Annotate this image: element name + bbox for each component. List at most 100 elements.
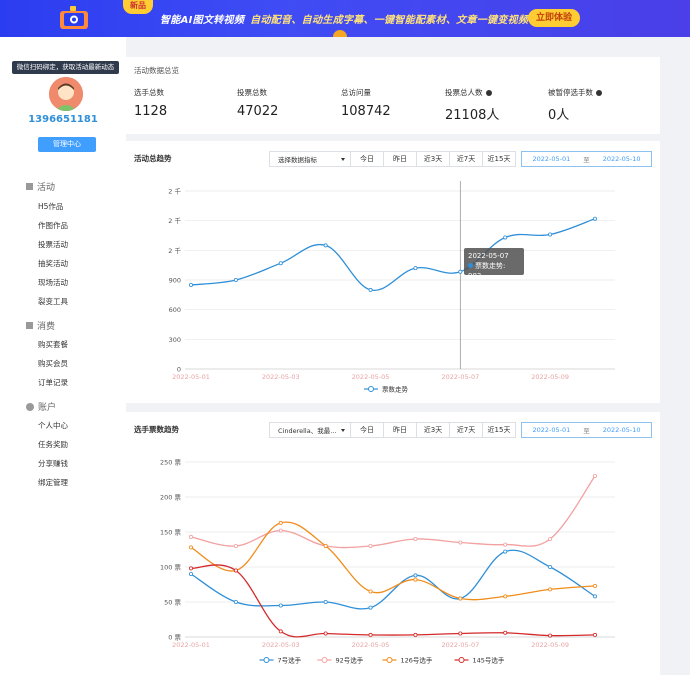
stat-value: 108742	[341, 104, 391, 119]
nav-item-lottery-activity[interactable]: 抽奖活动	[38, 258, 68, 269]
series-line	[190, 549, 596, 610]
chart-tooltip: 2022-05-07 票数走势: 983	[464, 248, 524, 280]
data-point	[592, 594, 597, 599]
management-center-button[interactable]: 管理中心	[38, 137, 96, 152]
stat-label-text: 被暂停选手数	[548, 88, 593, 97]
stat-voters: 投票总人数 21108人	[445, 87, 499, 123]
banner-decoration	[333, 30, 347, 37]
y-tick-label: 2 千	[168, 246, 181, 255]
data-point	[503, 542, 508, 547]
nav-item-live-activity[interactable]: 现场活动	[38, 277, 68, 288]
stat-votes: 投票总数 47022	[237, 87, 278, 119]
data-point	[503, 594, 508, 599]
tooltip-date: 2022-05-07	[468, 252, 509, 260]
data-point	[278, 520, 283, 525]
legend-label: 126号选手	[401, 655, 433, 664]
nav-item-personal-center[interactable]: 个人中心	[38, 420, 68, 431]
y-tick-label: 900	[169, 277, 181, 285]
y-tick-label: 600	[169, 306, 181, 314]
y-tick-label: 200 票	[160, 494, 181, 502]
data-point	[368, 287, 373, 292]
nav-section-account: 账户	[26, 400, 56, 413]
nav-item-fission-tools[interactable]: 裂变工具	[38, 296, 68, 307]
data-point	[233, 568, 238, 573]
legend-marker	[386, 657, 393, 663]
x-tick-label: 2022-05-05	[352, 641, 390, 649]
promo-banner[interactable]: 新品 智能AI图文转视频 自动配音、自动生成字幕、一键智能配素材、文章一键变视频 …	[0, 0, 690, 37]
legend-label: 7号选手	[278, 655, 302, 664]
data-point	[278, 629, 283, 634]
consume-icon	[26, 322, 33, 329]
data-point	[548, 587, 553, 592]
data-point	[233, 277, 238, 282]
banner-headline: 智能AI图文转视频 自动配音、自动生成字幕、一键智能配素材、文章一键变视频	[160, 11, 528, 26]
data-point	[323, 543, 328, 548]
nav-item-design-works[interactable]: 作图作品	[38, 220, 68, 231]
banner-title: 智能AI图文转视频	[160, 15, 245, 26]
data-point	[278, 528, 283, 533]
stat-label-text: 投票总数	[237, 88, 267, 97]
data-point	[592, 216, 597, 221]
series-dot-icon	[468, 263, 473, 268]
data-point	[503, 235, 508, 240]
data-point	[368, 632, 373, 637]
info-icon[interactable]	[596, 89, 602, 96]
data-point	[368, 605, 373, 610]
series-line	[190, 564, 596, 638]
nav-section-activity: 活动	[26, 180, 55, 193]
data-point	[413, 577, 418, 582]
data-point	[278, 603, 283, 608]
contestant-votes-chart[interactable]: 0 票50 票100 票150 票200 票250 票2022-05-01 202…	[126, 412, 660, 675]
activity-trend-chart[interactable]: 03006009002 千2 千2 千2022-05-01 2022-05-03 2…	[126, 141, 660, 403]
data-point	[548, 232, 553, 237]
stat-label: 选手总数	[134, 87, 167, 98]
y-tick-label: 2 千	[168, 187, 181, 196]
info-icon[interactable]	[485, 89, 492, 96]
data-point	[458, 269, 463, 274]
contestant-votes-panel: 选手票数趋势 Cinderella、我最... 今日 昨日 近3天 近7天 近1…	[126, 412, 660, 675]
stat-visits: 总访问量 108742	[341, 87, 391, 119]
stat-label: 投票总人数	[445, 87, 499, 98]
stats-title: 活动数据总览	[134, 66, 179, 75]
stat-value: 47022	[237, 104, 279, 119]
nav-item-buy-package[interactable]: 购买套餐	[38, 339, 68, 350]
y-tick-label: 50 票	[164, 599, 181, 607]
nav-item-task-rewards[interactable]: 任务奖励	[38, 439, 68, 450]
nav-item-order-records[interactable]: 订单记录	[38, 377, 68, 388]
y-tick-label: 2 千	[168, 216, 181, 225]
new-badge: 新品	[123, 0, 153, 14]
data-point	[368, 543, 373, 548]
data-point	[189, 571, 194, 576]
avatar-icon	[49, 77, 83, 111]
data-point	[413, 266, 418, 271]
sidebar: 微信扫码绑定，获取活动最新动态 1396651181 管理中心 活动 H5作品 …	[0, 37, 126, 675]
tooltip-value-text: 票数走势: 983	[468, 262, 506, 280]
activity-icon	[26, 183, 33, 190]
y-tick-label: 150 票	[160, 529, 181, 537]
x-tick-label: 2022-05-07	[441, 641, 479, 649]
banner-subtitle: 自动配音、自动生成字幕、一键智能配素材、文章一键变视频	[250, 15, 529, 26]
data-point	[323, 243, 328, 248]
nav-item-buy-membership[interactable]: 购买会员	[38, 358, 68, 369]
data-point	[458, 631, 463, 636]
nav-item-h5-works[interactable]: H5作品	[38, 201, 63, 212]
legend-marker	[458, 657, 465, 663]
data-point	[323, 631, 328, 636]
legend-label: 票数走势	[382, 384, 409, 393]
data-point	[413, 537, 418, 542]
avatar[interactable]	[49, 77, 83, 111]
legend-label: 92号选手	[336, 655, 364, 664]
try-now-button[interactable]: 立即体验	[528, 9, 580, 27]
data-point	[413, 632, 418, 637]
stats-overview-panel: 活动数据总览 选手总数 1128 投票总数 47022 总访问量 108742 …	[126, 57, 660, 134]
nav-item-binding-management[interactable]: 绑定管理	[38, 477, 68, 488]
wechat-bind-tip[interactable]: 微信扫码绑定，获取活动最新动态	[12, 61, 119, 74]
nav-item-vote-activity[interactable]: 投票活动	[38, 239, 68, 250]
x-tick-label: 2022-05-05	[352, 373, 390, 381]
data-point	[233, 599, 238, 604]
data-point	[458, 540, 463, 545]
data-point	[233, 543, 238, 548]
stat-paused-contestants: 被暂停选手数 0人	[548, 87, 602, 123]
stat-label: 总访问量	[341, 87, 391, 98]
nav-item-share-earn[interactable]: 分享赚钱	[38, 458, 68, 469]
